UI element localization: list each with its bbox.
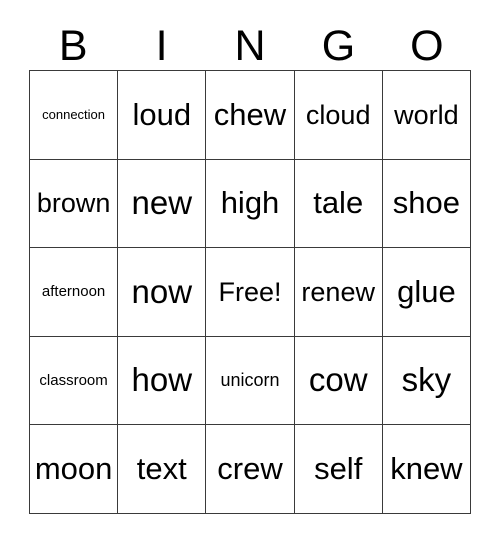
bingo-card: B I N G O connection loud chew cloud wor… bbox=[0, 0, 500, 544]
free-space-label: Free! bbox=[218, 276, 282, 307]
bingo-cell-b2[interactable]: brown bbox=[30, 159, 119, 249]
bingo-cell-n1[interactable]: chew bbox=[206, 71, 295, 160]
bingo-cell-label: how bbox=[131, 361, 193, 399]
header-letter-i: I bbox=[155, 22, 168, 70]
bingo-cell-i3[interactable]: now bbox=[118, 248, 207, 337]
bingo-cell-label: text bbox=[136, 451, 187, 487]
bingo-cell-g1[interactable]: cloud bbox=[294, 71, 383, 160]
bingo-cell-n4[interactable]: unicorn bbox=[206, 336, 295, 426]
header-letter-g: G bbox=[321, 22, 356, 70]
bingo-cell-b1[interactable]: connection bbox=[30, 71, 119, 160]
bingo-cell-o5[interactable]: knew bbox=[382, 425, 471, 514]
bingo-cell-label: tale bbox=[313, 185, 364, 221]
bingo-cell-g2[interactable]: tale bbox=[294, 159, 383, 249]
bingo-cell-o4[interactable]: sky bbox=[382, 336, 471, 426]
bingo-cell-label: shoe bbox=[392, 185, 460, 221]
bingo-cell-i2[interactable]: new bbox=[118, 159, 207, 249]
bingo-cell-o2[interactable]: shoe bbox=[382, 159, 471, 249]
bingo-grid: connection loud chew cloud world brown n… bbox=[29, 70, 471, 514]
bingo-cell-label: cloud bbox=[305, 99, 371, 130]
bingo-cell-label: brown bbox=[36, 188, 111, 219]
bingo-cell-label: sky bbox=[401, 361, 452, 399]
bingo-cell-label: glue bbox=[397, 273, 456, 309]
bingo-cell-label: now bbox=[131, 272, 193, 310]
bingo-cell-i5[interactable]: text bbox=[118, 425, 207, 514]
bingo-cell-label: moon bbox=[34, 451, 113, 487]
bingo-cell-label: loud bbox=[132, 96, 192, 132]
bingo-cell-free-space[interactable]: Free! bbox=[206, 248, 295, 337]
bingo-cell-label: chew bbox=[213, 96, 287, 132]
bingo-cell-label: renew bbox=[301, 276, 375, 307]
header-letter-n: N bbox=[234, 22, 266, 70]
header-letter-b: B bbox=[58, 22, 88, 70]
bingo-cell-i1[interactable]: loud bbox=[118, 71, 207, 160]
bingo-cell-o1[interactable]: world bbox=[382, 71, 471, 160]
bingo-cell-i4[interactable]: how bbox=[118, 336, 207, 426]
bingo-cell-g5[interactable]: self bbox=[294, 425, 383, 514]
bingo-cell-label: unicorn bbox=[220, 370, 280, 391]
bingo-cell-label: afternoon bbox=[41, 283, 106, 301]
bingo-cell-label: connection bbox=[42, 107, 106, 123]
bingo-cell-b4[interactable]: classroom bbox=[30, 336, 119, 426]
bingo-cell-label: knew bbox=[390, 451, 463, 487]
bingo-cell-o3[interactable]: glue bbox=[382, 248, 471, 337]
header-letter-o: O bbox=[410, 22, 444, 70]
bingo-header-row: B I N G O bbox=[29, 16, 471, 68]
bingo-cell-g4[interactable]: cow bbox=[294, 336, 383, 426]
bingo-cell-n5[interactable]: crew bbox=[206, 425, 295, 514]
bingo-cell-label: world bbox=[394, 99, 459, 130]
bingo-cell-g3[interactable]: renew bbox=[294, 248, 383, 337]
bingo-cell-b5[interactable]: moon bbox=[30, 425, 119, 514]
bingo-cell-b3[interactable]: afternoon bbox=[30, 248, 119, 337]
bingo-cell-label: classroom bbox=[39, 371, 108, 389]
bingo-cell-n2[interactable]: high bbox=[206, 159, 295, 249]
bingo-cell-label: cow bbox=[308, 361, 368, 399]
bingo-cell-label: crew bbox=[217, 451, 283, 487]
bingo-cell-label: self bbox=[314, 451, 363, 487]
bingo-cell-label: high bbox=[220, 185, 280, 221]
bingo-cell-label: new bbox=[131, 184, 193, 222]
